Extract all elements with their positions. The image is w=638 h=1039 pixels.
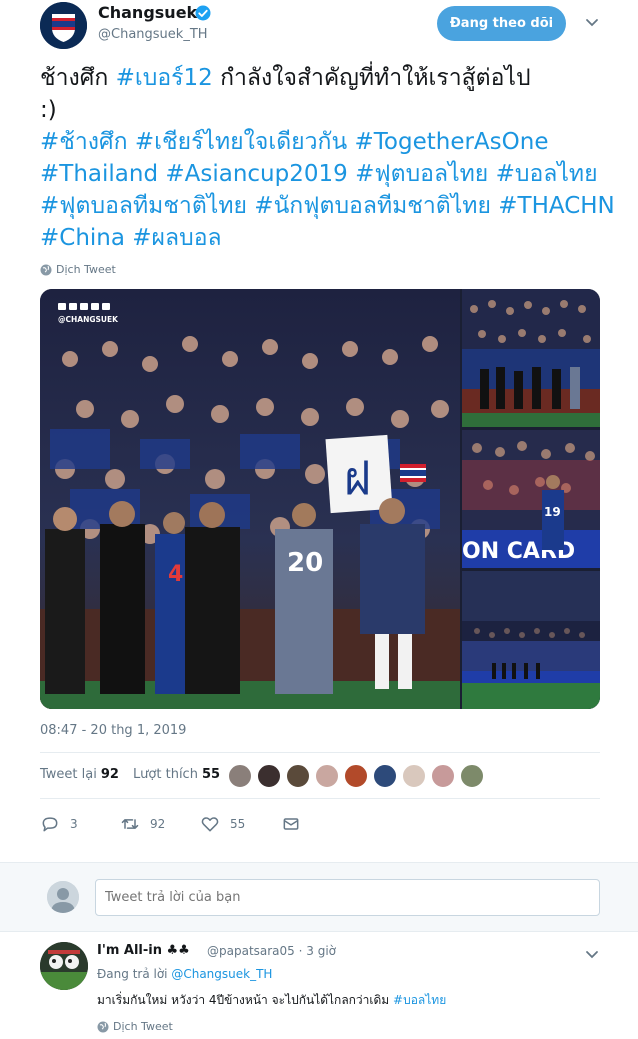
tweet-text: ช้างศึก #เบอร์12 กำลังใจสำคัญที่ทำให้เรา… (40, 62, 610, 126)
photo-thumb-2[interactable]: ON CARD 19 (462, 430, 600, 568)
verified-badge-icon (195, 5, 211, 21)
liker-avatar[interactable] (257, 764, 281, 788)
reply-user-name[interactable]: I'm All-in ♣♣ (97, 943, 190, 958)
globe-icon (97, 1021, 109, 1032)
tweet-text-end: กำลังใจสำคัญที่ทำให้เราสู้ต่อไป (212, 65, 531, 91)
translate-tweet-link[interactable]: Dịch Tweet (40, 263, 116, 276)
jersey-number-right: 19 (544, 505, 561, 519)
translate-label[interactable]: Dịch Tweet (56, 263, 116, 276)
jersey-number-left: 4 (168, 562, 183, 587)
liker-avatar[interactable] (431, 764, 455, 788)
chevron-down-icon[interactable] (584, 14, 600, 30)
divider (40, 798, 600, 799)
direct-message-button[interactable] (281, 814, 311, 834)
reply-compose-bar (0, 862, 638, 932)
jersey-number-center: 20 (287, 548, 323, 578)
chevron-down-icon[interactable] (584, 946, 600, 962)
account-handle[interactable]: @Changsuek_TH (98, 27, 208, 42)
reply-text-body: มาเริ่มกันใหม่ หวังว่า 4ปีข้างหน้า จะไปก… (97, 993, 394, 1007)
my-avatar (47, 881, 79, 913)
sign-text: ฝ (344, 451, 371, 505)
retweet-stat-label: Tweet lại (40, 767, 97, 782)
liker-avatar[interactable] (228, 764, 252, 788)
retweet-stat-count: 92 (100, 767, 119, 782)
liker-avatar[interactable] (402, 764, 426, 788)
retweet-count: 92 (150, 817, 166, 831)
globe-icon (40, 264, 52, 275)
photo-thumb-3[interactable] (462, 571, 600, 709)
like-stat-label: Lượt thích (132, 767, 198, 782)
reply-tweet[interactable]: I'm All-in ♣♣ @papatsara05 · 3 giờ Đang … (0, 932, 638, 1039)
replying-to: Đang trả lời @Changsuek_TH (97, 967, 272, 981)
liker-avatar[interactable] (460, 764, 484, 788)
tweet-text-start: ช้างศึก (40, 65, 116, 91)
watermark: @CHANGSUEK (58, 315, 119, 324)
reply-hashtag-link[interactable]: #บอลไทย (393, 993, 446, 1007)
photo-main[interactable]: ฝ 4 20 @CHANGSUEK (40, 289, 460, 709)
replying-to-link[interactable]: @Changsuek_TH (171, 967, 272, 981)
tweet-media-grid: ฝ 4 20 @CHANGSUEK ON CARD 19 (40, 289, 600, 709)
account-name[interactable]: Changsuek (98, 3, 197, 22)
liker-avatars (228, 764, 484, 788)
like-stat-count: 55 (201, 767, 221, 782)
reply-icon (42, 817, 58, 832)
following-button[interactable]: Đang theo dõi (437, 6, 566, 41)
tweet-stats: Tweet lại 92 Lượt thích 55 (40, 767, 234, 782)
reply-translate-link[interactable]: Dịch Tweet (97, 1020, 173, 1033)
retweet-stat[interactable]: Tweet lại 92 (40, 767, 119, 782)
replying-to-prefix: Đang trả lời (97, 967, 172, 981)
retweet-icon (121, 819, 139, 829)
divider (40, 752, 600, 753)
tweet-header: Changsuek @Changsuek_TH Đang theo dõi (0, 0, 638, 50)
reply-button[interactable]: 3 (40, 814, 78, 834)
reply-translate-label[interactable]: Dịch Tweet (113, 1020, 173, 1033)
hashtag-list[interactable]: #ช้างศึก #เชียร์ไทยใจเดียวกัน #TogetherA… (40, 126, 618, 254)
reply-user-avatar[interactable] (40, 942, 88, 990)
liker-avatar[interactable] (373, 764, 397, 788)
like-button[interactable]: 55 (200, 814, 245, 834)
account-avatar[interactable] (40, 2, 87, 49)
like-stat[interactable]: Lượt thích 55 (133, 767, 220, 782)
liker-avatar[interactable] (286, 764, 310, 788)
liker-avatar[interactable] (344, 764, 368, 788)
tweet-timestamp[interactable]: 08:47 - 20 thg 1, 2019 (40, 723, 186, 738)
tweet-text-emoticon: :) (40, 97, 57, 123)
envelope-icon (283, 818, 299, 830)
reply-text: มาเริ่มกันใหม่ หวังว่า 4ปีข้างหน้า จะไปก… (97, 991, 446, 1010)
heart-icon (201, 817, 219, 832)
reply-count: 3 (70, 817, 78, 831)
reply-user-handle[interactable]: @papatsara05 · 3 giờ (207, 944, 336, 958)
like-count: 55 (230, 817, 246, 831)
hashtag-link[interactable]: #เบอร์12 (116, 65, 213, 91)
photo-thumb-1[interactable] (462, 289, 600, 427)
reply-input[interactable] (95, 879, 600, 916)
liker-avatar[interactable] (315, 764, 339, 788)
retweet-button[interactable]: 92 (120, 814, 165, 834)
